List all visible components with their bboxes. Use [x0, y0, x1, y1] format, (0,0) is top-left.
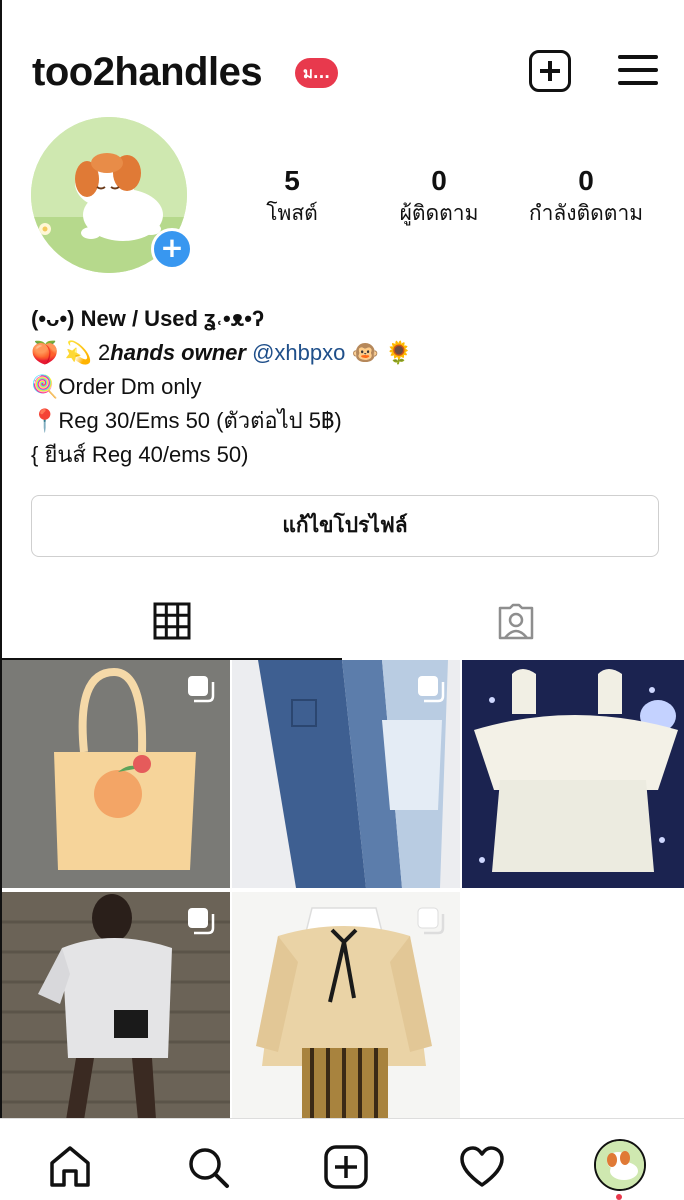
grid-icon — [153, 602, 191, 640]
bio-italic-text: hands owner — [110, 340, 246, 365]
following-count-label: กำลังติดตาม — [528, 201, 644, 225]
followers-count-value: 0 — [431, 165, 447, 196]
bio-line-2: 🍑 💫 2hands owner @xhbpxo 🐵 🌻 — [31, 336, 651, 370]
bio-line-1: (•ᴗ•) New / Used ʓ˓•ᴥ•ʔ — [31, 306, 265, 331]
notification-badge[interactable]: ม... — [295, 58, 338, 88]
bio-mention-link[interactable]: @xhbpxo — [252, 340, 345, 365]
followers-count-label: ผู้ติดตาม — [399, 201, 479, 225]
profile-tab-avatar-image — [596, 1141, 644, 1189]
post-thumbnail[interactable] — [232, 660, 460, 888]
bio-emoji-pin: 📍 — [31, 408, 59, 433]
tab-tagged[interactable] — [342, 590, 684, 660]
post-thumbnail[interactable] — [2, 660, 230, 888]
bio-text-4: Reg 30/Ems 50 (ตัวต่อไป 5฿) — [58, 408, 342, 433]
bio-text-3: Order Dm only — [58, 374, 202, 399]
multiple-photos-icon — [417, 907, 445, 935]
following-count[interactable]: 0 กำลังติดตาม — [510, 164, 662, 228]
bottom-nav-bar — [0, 1118, 684, 1200]
create-post-button[interactable] — [529, 50, 571, 92]
username-title[interactable]: too2handles — [32, 50, 263, 95]
home-icon[interactable] — [46, 1143, 94, 1191]
hamburger-menu-icon[interactable] — [618, 53, 658, 87]
post-thumbnail[interactable] — [232, 892, 460, 1120]
edit-profile-button[interactable]: แก้ไขโปรไฟล์ — [31, 495, 659, 557]
activity-dot — [616, 1194, 622, 1200]
bio-line-4: 📍Reg 30/Ems 50 (ตัวต่อไป 5฿) — [31, 404, 651, 438]
heart-icon[interactable] — [458, 1143, 506, 1191]
posts-count[interactable]: 5 โพสต์ — [252, 164, 332, 228]
tagged-person-icon — [498, 603, 534, 640]
multiple-photos-icon — [188, 908, 215, 935]
following-count-value: 0 — [578, 165, 594, 196]
followers-count[interactable]: 0 ผู้ติดตาม — [380, 164, 498, 228]
post-thumbnail[interactable] — [462, 660, 684, 888]
add-story-button[interactable]: + — [151, 228, 193, 270]
multiple-photos-icon — [188, 676, 215, 703]
bio-line-5: { ยีนส์ Reg 40/ems 50) — [31, 442, 249, 467]
search-icon[interactable] — [184, 1143, 232, 1191]
bio-emoji-lollipop: 🍭 — [31, 374, 59, 399]
plus-square-icon[interactable] — [322, 1143, 370, 1191]
bio-text-2: 2 — [98, 340, 111, 365]
white-ruffle-top-image — [462, 660, 684, 888]
tab-grid[interactable] — [0, 590, 342, 660]
posts-count-label: โพสต์ — [266, 201, 318, 225]
multiple-photos-icon — [418, 676, 445, 703]
profile-bio: (•ᴗ•) New / Used ʓ˓•ᴥ•ʔ 🍑 💫 2hands owner… — [31, 302, 651, 472]
profile-header: too2handles ม... — [32, 44, 658, 100]
posts-count-value: 5 — [284, 165, 300, 196]
post-thumbnail[interactable] — [2, 892, 230, 1120]
avatar-icon[interactable] — [594, 1139, 646, 1191]
bio-line-3: 🍭Order Dm only — [31, 370, 651, 404]
bio-emoji-peach-sparkle: 🍑 💫 — [31, 340, 92, 365]
bio-emoji-monkey-sunflower: 🐵 🌻 — [351, 340, 413, 365]
